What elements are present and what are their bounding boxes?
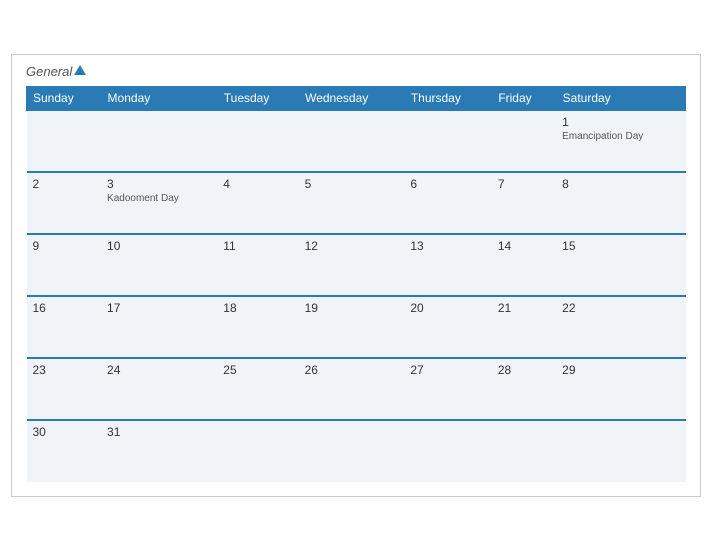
day-cell: 15 [556,234,685,296]
day-number: 14 [498,239,550,253]
event-label: Kadooment Day [107,193,211,204]
day-cell: 4 [217,172,298,234]
day-number: 18 [223,301,292,315]
day-cell: 22 [556,296,685,358]
day-cell: 18 [217,296,298,358]
day-number: 25 [223,363,292,377]
day-cell [492,420,556,482]
day-number: 11 [223,239,292,253]
weekday-header-wednesday: Wednesday [299,86,405,110]
logo: General [26,65,86,78]
day-number: 30 [33,425,96,439]
logo-flag-icon [74,65,86,75]
day-number: 15 [562,239,679,253]
day-cell [299,110,405,172]
week-row-4: 16 17 18 19 20 21 22 [27,296,686,358]
week-row-5: 23 24 25 26 27 28 29 [27,358,686,420]
day-cell: 6 [404,172,492,234]
day-number: 3 [107,177,211,191]
day-cell: 2 [27,172,102,234]
day-cell: 12 [299,234,405,296]
day-number: 17 [107,301,211,315]
day-cell: 10 [101,234,217,296]
weekday-header-sunday: Sunday [27,86,102,110]
day-cell [101,110,217,172]
day-number: 26 [305,363,399,377]
day-cell: 11 [217,234,298,296]
day-number: 27 [410,363,486,377]
day-cell: 27 [404,358,492,420]
day-cell: 14 [492,234,556,296]
day-cell [217,110,298,172]
day-cell [492,110,556,172]
weekday-header-saturday: Saturday [556,86,685,110]
day-number: 21 [498,301,550,315]
day-cell [217,420,298,482]
day-number: 1 [562,115,679,129]
day-cell: 1 Emancipation Day [556,110,685,172]
day-cell [404,110,492,172]
calendar-container: General SundayMondayTuesdayWednesdayThur… [11,54,701,497]
day-cell: 23 [27,358,102,420]
day-number: 10 [107,239,211,253]
week-row-3: 9 10 11 12 13 14 15 [27,234,686,296]
calendar-table: SundayMondayTuesdayWednesdayThursdayFrid… [26,86,686,482]
day-cell: 24 [101,358,217,420]
day-cell [27,110,102,172]
day-cell: 26 [299,358,405,420]
day-number: 5 [305,177,399,191]
day-cell [299,420,405,482]
day-number: 6 [410,177,486,191]
weekday-header-friday: Friday [492,86,556,110]
week-row-1: 1 Emancipation Day [27,110,686,172]
day-cell: 20 [404,296,492,358]
day-number: 16 [33,301,96,315]
day-cell [556,420,685,482]
day-number: 2 [33,177,96,191]
day-number: 4 [223,177,292,191]
day-number: 29 [562,363,679,377]
day-number: 7 [498,177,550,191]
day-cell: 8 [556,172,685,234]
day-cell: 17 [101,296,217,358]
day-number: 24 [107,363,211,377]
weekday-header-row: SundayMondayTuesdayWednesdayThursdayFrid… [27,86,686,110]
day-cell [404,420,492,482]
day-number: 19 [305,301,399,315]
day-cell: 13 [404,234,492,296]
day-cell: 3 Kadooment Day [101,172,217,234]
week-row-6: 30 31 [27,420,686,482]
day-number: 31 [107,425,211,439]
day-number: 12 [305,239,399,253]
day-cell: 31 [101,420,217,482]
day-number: 13 [410,239,486,253]
weekday-header-tuesday: Tuesday [217,86,298,110]
weekday-header-monday: Monday [101,86,217,110]
day-cell: 16 [27,296,102,358]
week-row-2: 23 Kadooment Day 45678 [27,172,686,234]
weekday-header-thursday: Thursday [404,86,492,110]
day-cell: 19 [299,296,405,358]
day-number: 22 [562,301,679,315]
day-cell: 7 [492,172,556,234]
day-number: 20 [410,301,486,315]
day-cell: 30 [27,420,102,482]
calendar-header: General [26,65,686,78]
day-number: 9 [33,239,96,253]
day-cell: 21 [492,296,556,358]
day-cell: 9 [27,234,102,296]
day-cell: 5 [299,172,405,234]
day-cell: 29 [556,358,685,420]
day-cell: 25 [217,358,298,420]
day-number: 8 [562,177,679,191]
event-label: Emancipation Day [562,131,679,142]
logo-general-text: General [26,65,86,78]
day-number: 23 [33,363,96,377]
day-cell: 28 [492,358,556,420]
day-number: 28 [498,363,550,377]
